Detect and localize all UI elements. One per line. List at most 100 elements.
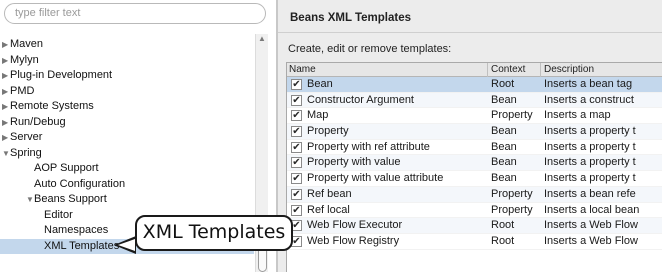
template-name: Ref bean (307, 187, 352, 200)
tree-item-label: Run/Debug (10, 115, 66, 128)
table-row[interactable]: ✔ Bean Root Inserts a bean tag (287, 77, 662, 93)
template-context: Root (491, 219, 515, 232)
template-context: Bean (491, 140, 517, 153)
template-description: Inserts a property t (544, 125, 636, 138)
template-name: Bean (307, 78, 333, 90)
template-description: Inserts a bean refe (544, 187, 636, 200)
template-description: Inserts a Web Flow (544, 234, 638, 247)
tree-item-label: XML Templates (44, 239, 120, 252)
tree-item[interactable]: ▼Spring (0, 146, 254, 162)
template-name: Web Flow Executor (307, 219, 403, 232)
filter-input[interactable]: type filter text (4, 3, 266, 24)
expanded-arrow-icon[interactable]: ▼ (26, 192, 34, 207)
template-context: Bean (491, 156, 517, 169)
tree-item[interactable]: AOP Support (0, 161, 254, 177)
template-description: Inserts a property t (544, 140, 636, 153)
template-context: Bean (491, 93, 517, 106)
tree-item-label: Spring (10, 146, 42, 159)
tree-item[interactable]: ▶ Plug-in Development (0, 68, 254, 84)
column-divider[interactable] (487, 63, 488, 77)
template-description: Inserts a bean tag (544, 78, 633, 90)
enabled-checkbox[interactable]: ✔ (291, 110, 302, 122)
table-row[interactable]: ✔ Web Flow Registry Root Inserts a Web Flow (287, 234, 662, 250)
collapsed-arrow-icon[interactable]: ▶ (2, 84, 10, 99)
page-instructions: Create, edit or remove templates: (288, 43, 452, 55)
column-divider[interactable] (540, 63, 541, 77)
tree-item-label: AOP Support (34, 162, 99, 174)
table-row[interactable]: ✔ Constructor Argument Bean Inserts a const… (287, 92, 662, 109)
xml-templates-callout: XML Templates (135, 215, 293, 251)
tree-item-label: Auto Configuration (34, 177, 126, 190)
template-context: Property (491, 203, 533, 216)
template-description: Inserts a local bean (544, 203, 640, 216)
column-header-name[interactable]: Name (289, 64, 316, 75)
tree-item[interactable]: ▶ Run/Debug (0, 115, 254, 131)
tree-item[interactable]: Auto Configuration (0, 177, 254, 193)
tree-item-label: Maven (10, 38, 44, 50)
template-description: Inserts a map (544, 109, 611, 122)
column-header-context[interactable]: Context (491, 64, 525, 75)
enabled-checkbox[interactable]: ✔ (291, 141, 302, 153)
enabled-checkbox[interactable]: ✔ (291, 157, 302, 169)
collapsed-arrow-icon[interactable]: ▶ (2, 115, 10, 130)
table-row[interactable]: ✔ Property with ref attribute Bean Inserts … (287, 140, 662, 156)
tree-item[interactable]: ▶ Remote Systems (0, 99, 254, 115)
template-description: Inserts a property t (544, 172, 636, 185)
tree-item[interactable]: ▶ PMD (0, 84, 254, 100)
tree-item-label: Namespaces (44, 224, 109, 236)
table-row[interactable]: ✔ Property with value Bean Inserts a proper… (287, 155, 662, 172)
tree-item[interactable]: ▶ Mylyn (0, 53, 254, 69)
tree-item[interactable]: ▼Beans Support (0, 192, 254, 208)
tree-item-label: Mylyn (10, 53, 39, 66)
collapsed-arrow-icon[interactable]: ▶ (2, 130, 10, 145)
template-context: Bean (491, 172, 517, 185)
tree-item-label: Beans Support (34, 193, 107, 205)
table-row[interactable]: ✔ Ref local Property Inserts a local bean (287, 203, 662, 219)
template-description: Inserts a construct (544, 93, 634, 106)
collapsed-arrow-icon[interactable]: ▶ (2, 37, 10, 52)
enabled-checkbox[interactable]: ✔ (291, 188, 302, 200)
template-context: Property (491, 109, 533, 122)
column-header-description[interactable]: Description (544, 64, 594, 75)
template-context: Root (491, 234, 515, 247)
tree-item-label: Editor (44, 208, 73, 221)
page-title: Beans XML Templates (290, 12, 412, 24)
tree-item-label: Remote Systems (10, 100, 94, 112)
collapsed-arrow-icon[interactable]: ▶ (2, 99, 10, 114)
template-context: Bean (491, 125, 517, 138)
scroll-up-arrow-icon[interactable]: ▲ (258, 34, 266, 43)
template-description: Inserts a Web Flow (544, 219, 638, 232)
template-name: Property with value (307, 156, 401, 169)
table-header: Name Context Description (287, 63, 662, 77)
tree-item[interactable]: ▶ Maven (0, 37, 254, 53)
template-description: Inserts a property t (544, 156, 636, 169)
template-name: Web Flow Registry (307, 234, 400, 247)
enabled-checkbox[interactable]: ✔ (291, 79, 302, 90)
table-row[interactable]: ✔ Ref bean Property Inserts a bean refe (287, 186, 662, 203)
table-row[interactable]: ✔ Property Bean Inserts a property t (287, 124, 662, 140)
template-name: Ref local (307, 203, 350, 216)
table-row[interactable]: ✔ Property with value attribute Bean Insert… (287, 171, 662, 187)
title-separator (278, 32, 662, 33)
enabled-checkbox[interactable]: ✔ (291, 173, 302, 185)
tree-item[interactable]: ▶ Server (0, 130, 254, 146)
template-name: Property (307, 125, 349, 138)
tree-item-label: PMD (10, 84, 35, 97)
templates-table: Name Context Description ✔ Bean Root Insert… (286, 62, 662, 272)
enabled-checkbox[interactable]: ✔ (291, 126, 302, 138)
enabled-checkbox[interactable]: ✔ (291, 94, 302, 106)
preference-page: Beans XML Templates Create, edit or remo… (278, 0, 662, 272)
expanded-arrow-icon[interactable]: ▼ (2, 146, 10, 161)
enabled-checkbox[interactable]: ✔ (291, 204, 302, 216)
template-name: Property with value attribute (307, 172, 444, 185)
tree-item-label: Server (10, 131, 43, 143)
template-context: Root (491, 78, 515, 90)
table-row[interactable]: ✔ Map Property Inserts a map (287, 108, 662, 125)
template-name: Property with ref attribute (307, 140, 430, 153)
template-name: Map (307, 109, 329, 122)
template-context: Property (491, 187, 533, 200)
table-row[interactable]: ✔ Web Flow Executor Root Inserts a Web Flow (287, 218, 662, 234)
collapsed-arrow-icon[interactable]: ▶ (2, 68, 10, 83)
tree-item-label: Plug-in Development (10, 69, 113, 81)
collapsed-arrow-icon[interactable]: ▶ (2, 53, 10, 68)
